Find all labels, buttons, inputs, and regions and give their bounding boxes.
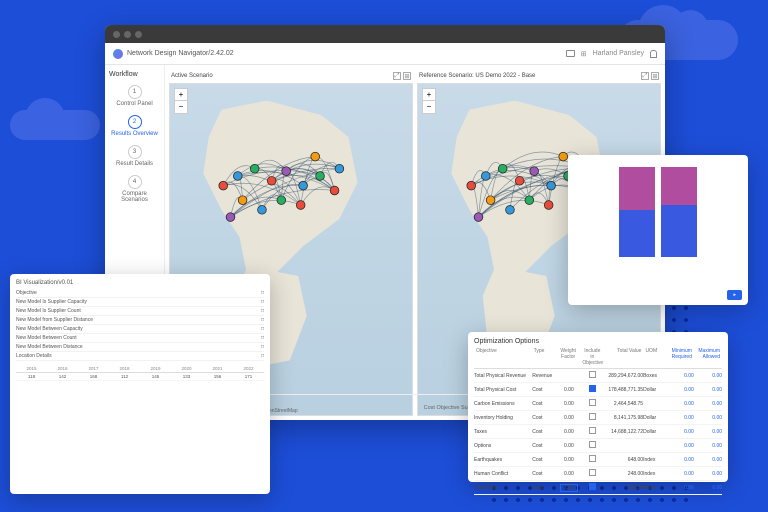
- include-checkbox[interactable]: [589, 469, 596, 476]
- window-dot[interactable]: [124, 31, 131, 38]
- bi-list-item[interactable]: New Model Is Supplier Capacity□: [16, 298, 264, 307]
- zoom-control: + −: [174, 88, 188, 114]
- expand-icon[interactable]: ⤢: [393, 72, 401, 80]
- bi-list-item[interactable]: New Model Between Capacity□: [16, 325, 264, 334]
- titlebar: [105, 25, 665, 43]
- include-checkbox[interactable]: [589, 413, 596, 420]
- bi-panel: BI Visualization/v0.01 Objective□New Mod…: [10, 274, 270, 494]
- opt-row: OptionsCost0.000.000.00: [474, 439, 722, 453]
- sidebar-title: Workflow: [109, 71, 160, 78]
- include-checkbox[interactable]: [589, 371, 596, 378]
- zoom-in-button[interactable]: +: [423, 89, 435, 101]
- chart-panel: ▸: [568, 155, 748, 305]
- opt-row: EarthquakesCost0.00648.00Index0.000.00: [474, 453, 722, 467]
- zoom-out-button[interactable]: −: [423, 101, 435, 113]
- include-checkbox[interactable]: [589, 399, 596, 406]
- user-name[interactable]: Harland Pansley: [593, 50, 644, 57]
- bi-list-item[interactable]: Objective□: [16, 289, 264, 298]
- opt-row: Inventory HoldingCost0.008,141,175.98Dol…: [474, 411, 722, 425]
- expand-icon[interactable]: ⤢: [641, 72, 649, 80]
- include-checkbox[interactable]: [589, 385, 596, 392]
- bi-list-item[interactable]: New Model from Supplier Distance□: [16, 316, 264, 325]
- sidebar-item-control-panel[interactable]: 1Control Panel: [109, 82, 160, 110]
- include-checkbox[interactable]: [589, 427, 596, 434]
- bell-icon[interactable]: [650, 50, 657, 58]
- opt-row: Human ConflictCost0.00248.00Index0.000.0…: [474, 467, 722, 481]
- opt-row: Total RiskCost1.00282.50Index0.000.00: [474, 481, 722, 495]
- window-dot[interactable]: [135, 31, 142, 38]
- bi-list-item[interactable]: New Model Between Distance□: [16, 343, 264, 352]
- sidebar-item-compare-scenarios[interactable]: 4Compare Scenarios: [109, 172, 160, 206]
- app-logo-icon: [113, 49, 123, 59]
- opt-row: Total Physical RevenueRevenue289,294,672…: [474, 369, 722, 383]
- map-title-right: Reference Scenario: US Demo 2022 - Base: [419, 73, 535, 79]
- sidebar-item-results-overview[interactable]: 2Results Overview: [109, 112, 160, 140]
- camera-icon[interactable]: [566, 50, 575, 57]
- stacked-bar-chart: [613, 167, 703, 257]
- grid-icon[interactable]: ⊞: [651, 72, 659, 80]
- bi-list-item[interactable]: Location Details□: [16, 352, 264, 361]
- include-checkbox[interactable]: [589, 483, 596, 490]
- opt-row: TaxesCost0.0014,688,122.72Dollar0.000.00: [474, 425, 722, 439]
- bi-title: BI Visualization/v0.01: [16, 280, 264, 286]
- map-title-left: Active Scenario: [171, 73, 213, 79]
- opt-title: Optimization Options: [474, 338, 722, 345]
- optimization-panel: Optimization Options Objective Type Weig…: [468, 332, 728, 482]
- grid-icon[interactable]: ⊞: [403, 72, 411, 80]
- bi-list-item[interactable]: New Model Between Count□: [16, 334, 264, 343]
- opt-row: Carbon EmissionsCost0.002,464,548.750.00…: [474, 397, 722, 411]
- opt-header-row: Objective Type Weight Factor Include in …: [474, 348, 722, 369]
- zoom-control: + −: [422, 88, 436, 114]
- include-checkbox[interactable]: [589, 441, 596, 448]
- zoom-in-button[interactable]: +: [175, 89, 187, 101]
- zoom-out-button[interactable]: −: [175, 101, 187, 113]
- app-title: Network Design Navigator/2.42.02: [127, 50, 234, 57]
- bi-list-item[interactable]: New Model Is Supplier Count□: [16, 307, 264, 316]
- app-header: Network Design Navigator/2.42.02 ⊞ Harla…: [105, 43, 665, 65]
- include-checkbox[interactable]: [589, 455, 596, 462]
- opt-row: Total Physical CostCost0.00178,488,771.3…: [474, 383, 722, 397]
- grid-icon[interactable]: ⊞: [581, 50, 587, 58]
- window-dot[interactable]: [113, 31, 120, 38]
- chart-action-button[interactable]: ▸: [727, 290, 742, 300]
- sidebar-item-result-details[interactable]: 3Result Details: [109, 142, 160, 170]
